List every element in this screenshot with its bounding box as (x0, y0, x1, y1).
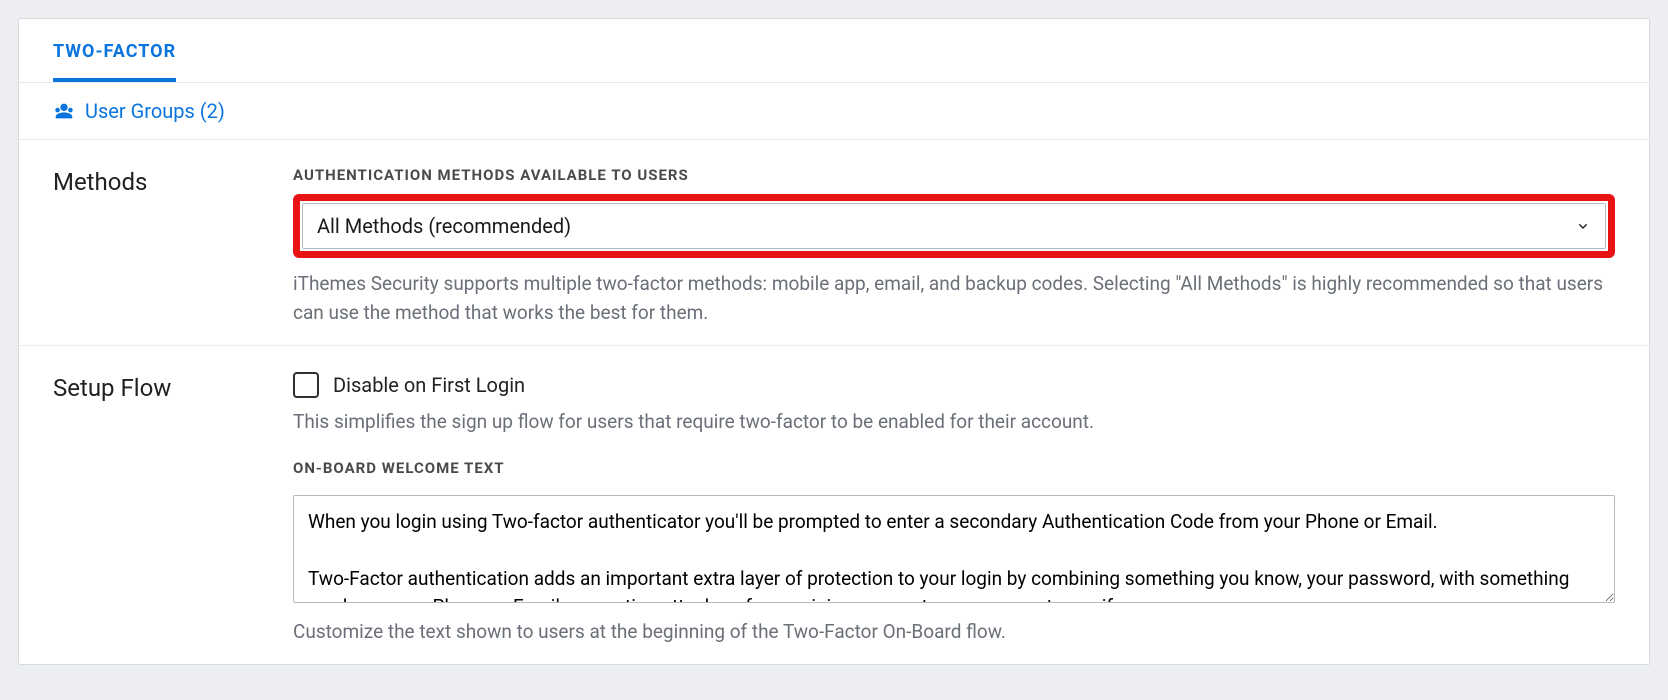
user-groups-link[interactable]: User Groups (2) (19, 83, 1649, 140)
auth-methods-select[interactable]: All Methods (recommended) (302, 203, 1606, 249)
disable-first-login-checkbox[interactable] (293, 372, 319, 398)
auth-methods-help: iThemes Security supports multiple two-f… (293, 270, 1615, 327)
auth-methods-selected-value: All Methods (recommended) (317, 214, 571, 238)
onboard-welcome-textarea[interactable] (293, 495, 1615, 603)
settings-panel: TWO-FACTOR User Groups (2) Methods AUTHE… (18, 18, 1650, 665)
disable-first-login-row: Disable on First Login (293, 372, 1615, 398)
onboard-welcome-help: Customize the text shown to users at the… (293, 618, 1615, 647)
section-setup-flow: Setup Flow Disable on First Login This s… (19, 345, 1649, 664)
chevron-down-icon (1575, 218, 1591, 234)
section-methods-title: Methods (53, 166, 293, 327)
section-setup-flow-title: Setup Flow (53, 372, 293, 646)
tab-two-factor[interactable]: TWO-FACTOR (53, 19, 176, 82)
onboard-welcome-label: ON-BOARD WELCOME TEXT (293, 459, 1615, 477)
auth-methods-highlight: All Methods (recommended) (293, 194, 1615, 258)
disable-first-login-label: Disable on First Login (333, 373, 525, 397)
auth-methods-label: AUTHENTICATION METHODS AVAILABLE TO USER… (293, 166, 1615, 184)
user-groups-label: User Groups (2) (85, 99, 225, 123)
disable-first-login-help: This simplifies the sign up flow for use… (293, 408, 1615, 437)
users-icon (53, 100, 75, 122)
tabs-row: TWO-FACTOR (19, 19, 1649, 83)
section-methods: Methods AUTHENTICATION METHODS AVAILABLE… (19, 140, 1649, 345)
